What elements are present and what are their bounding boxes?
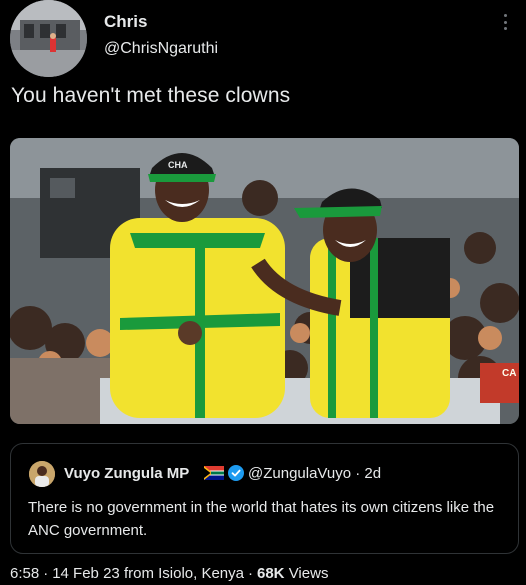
quoted-author-name[interactable]: Vuyo Zungula MP [64, 465, 189, 482]
quoted-author-handle-line: @ZungulaVuyo · 2d [248, 465, 381, 482]
tweet-location[interactable]: from Isiolo, Kenya [124, 565, 244, 582]
tweet-meta: 6:58 · 14 Feb 23 from Isiolo, Kenya · 68K Vi… [10, 565, 328, 582]
separator-dot: · [43, 565, 49, 582]
author-display-name[interactable]: Chris [104, 12, 147, 32]
separator-dot: · [355, 465, 361, 482]
author-avatar[interactable] [10, 0, 87, 77]
tweet-photo[interactable]: CA CHA [10, 138, 519, 424]
verified-badge-icon [228, 465, 244, 481]
quoted-author-handle[interactable]: @ZungulaVuyo [248, 465, 351, 482]
quoted-avatar-photo [29, 461, 55, 487]
more-dot [503, 14, 507, 17]
quoted-tweet[interactable]: Vuyo Zungula MP @ZungulaVuyo · 2d There … [10, 443, 519, 554]
avatar-photo [10, 0, 87, 77]
separator-dot: · [248, 565, 253, 582]
views-label: Views [288, 565, 329, 582]
more-dot [503, 27, 507, 30]
rally-photo: CA CHA [10, 138, 519, 424]
tweet-text: You haven't met these clowns [11, 84, 291, 107]
tweet-date[interactable]: 14 Feb 23 [52, 565, 120, 582]
cap-logo-text: CHA [168, 160, 188, 170]
more-options-icon[interactable] [496, 12, 514, 32]
views-count: 68K [257, 565, 285, 582]
tweet-time[interactable]: 6:58 [10, 565, 39, 582]
quoted-tweet-text: There is no government in the world that… [28, 499, 495, 539]
south-africa-flag-icon [204, 466, 224, 480]
car-bumper-text: CA [502, 368, 516, 379]
quoted-author-avatar[interactable] [29, 461, 55, 487]
author-handle[interactable]: @ChrisNgaruthi [104, 40, 218, 58]
more-dot [503, 20, 507, 24]
quoted-tweet-time[interactable]: 2d [364, 465, 381, 482]
